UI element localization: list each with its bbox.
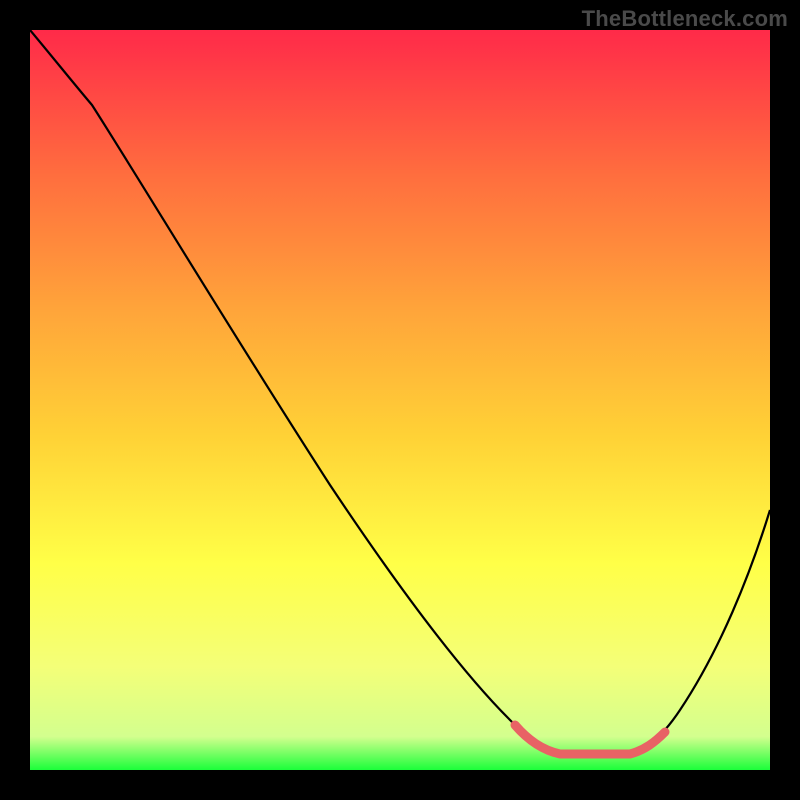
chart-svg [30, 30, 770, 770]
bottleneck-chart [30, 30, 770, 770]
chart-background-gradient [30, 30, 770, 770]
watermark-text: TheBottleneck.com [582, 6, 788, 32]
